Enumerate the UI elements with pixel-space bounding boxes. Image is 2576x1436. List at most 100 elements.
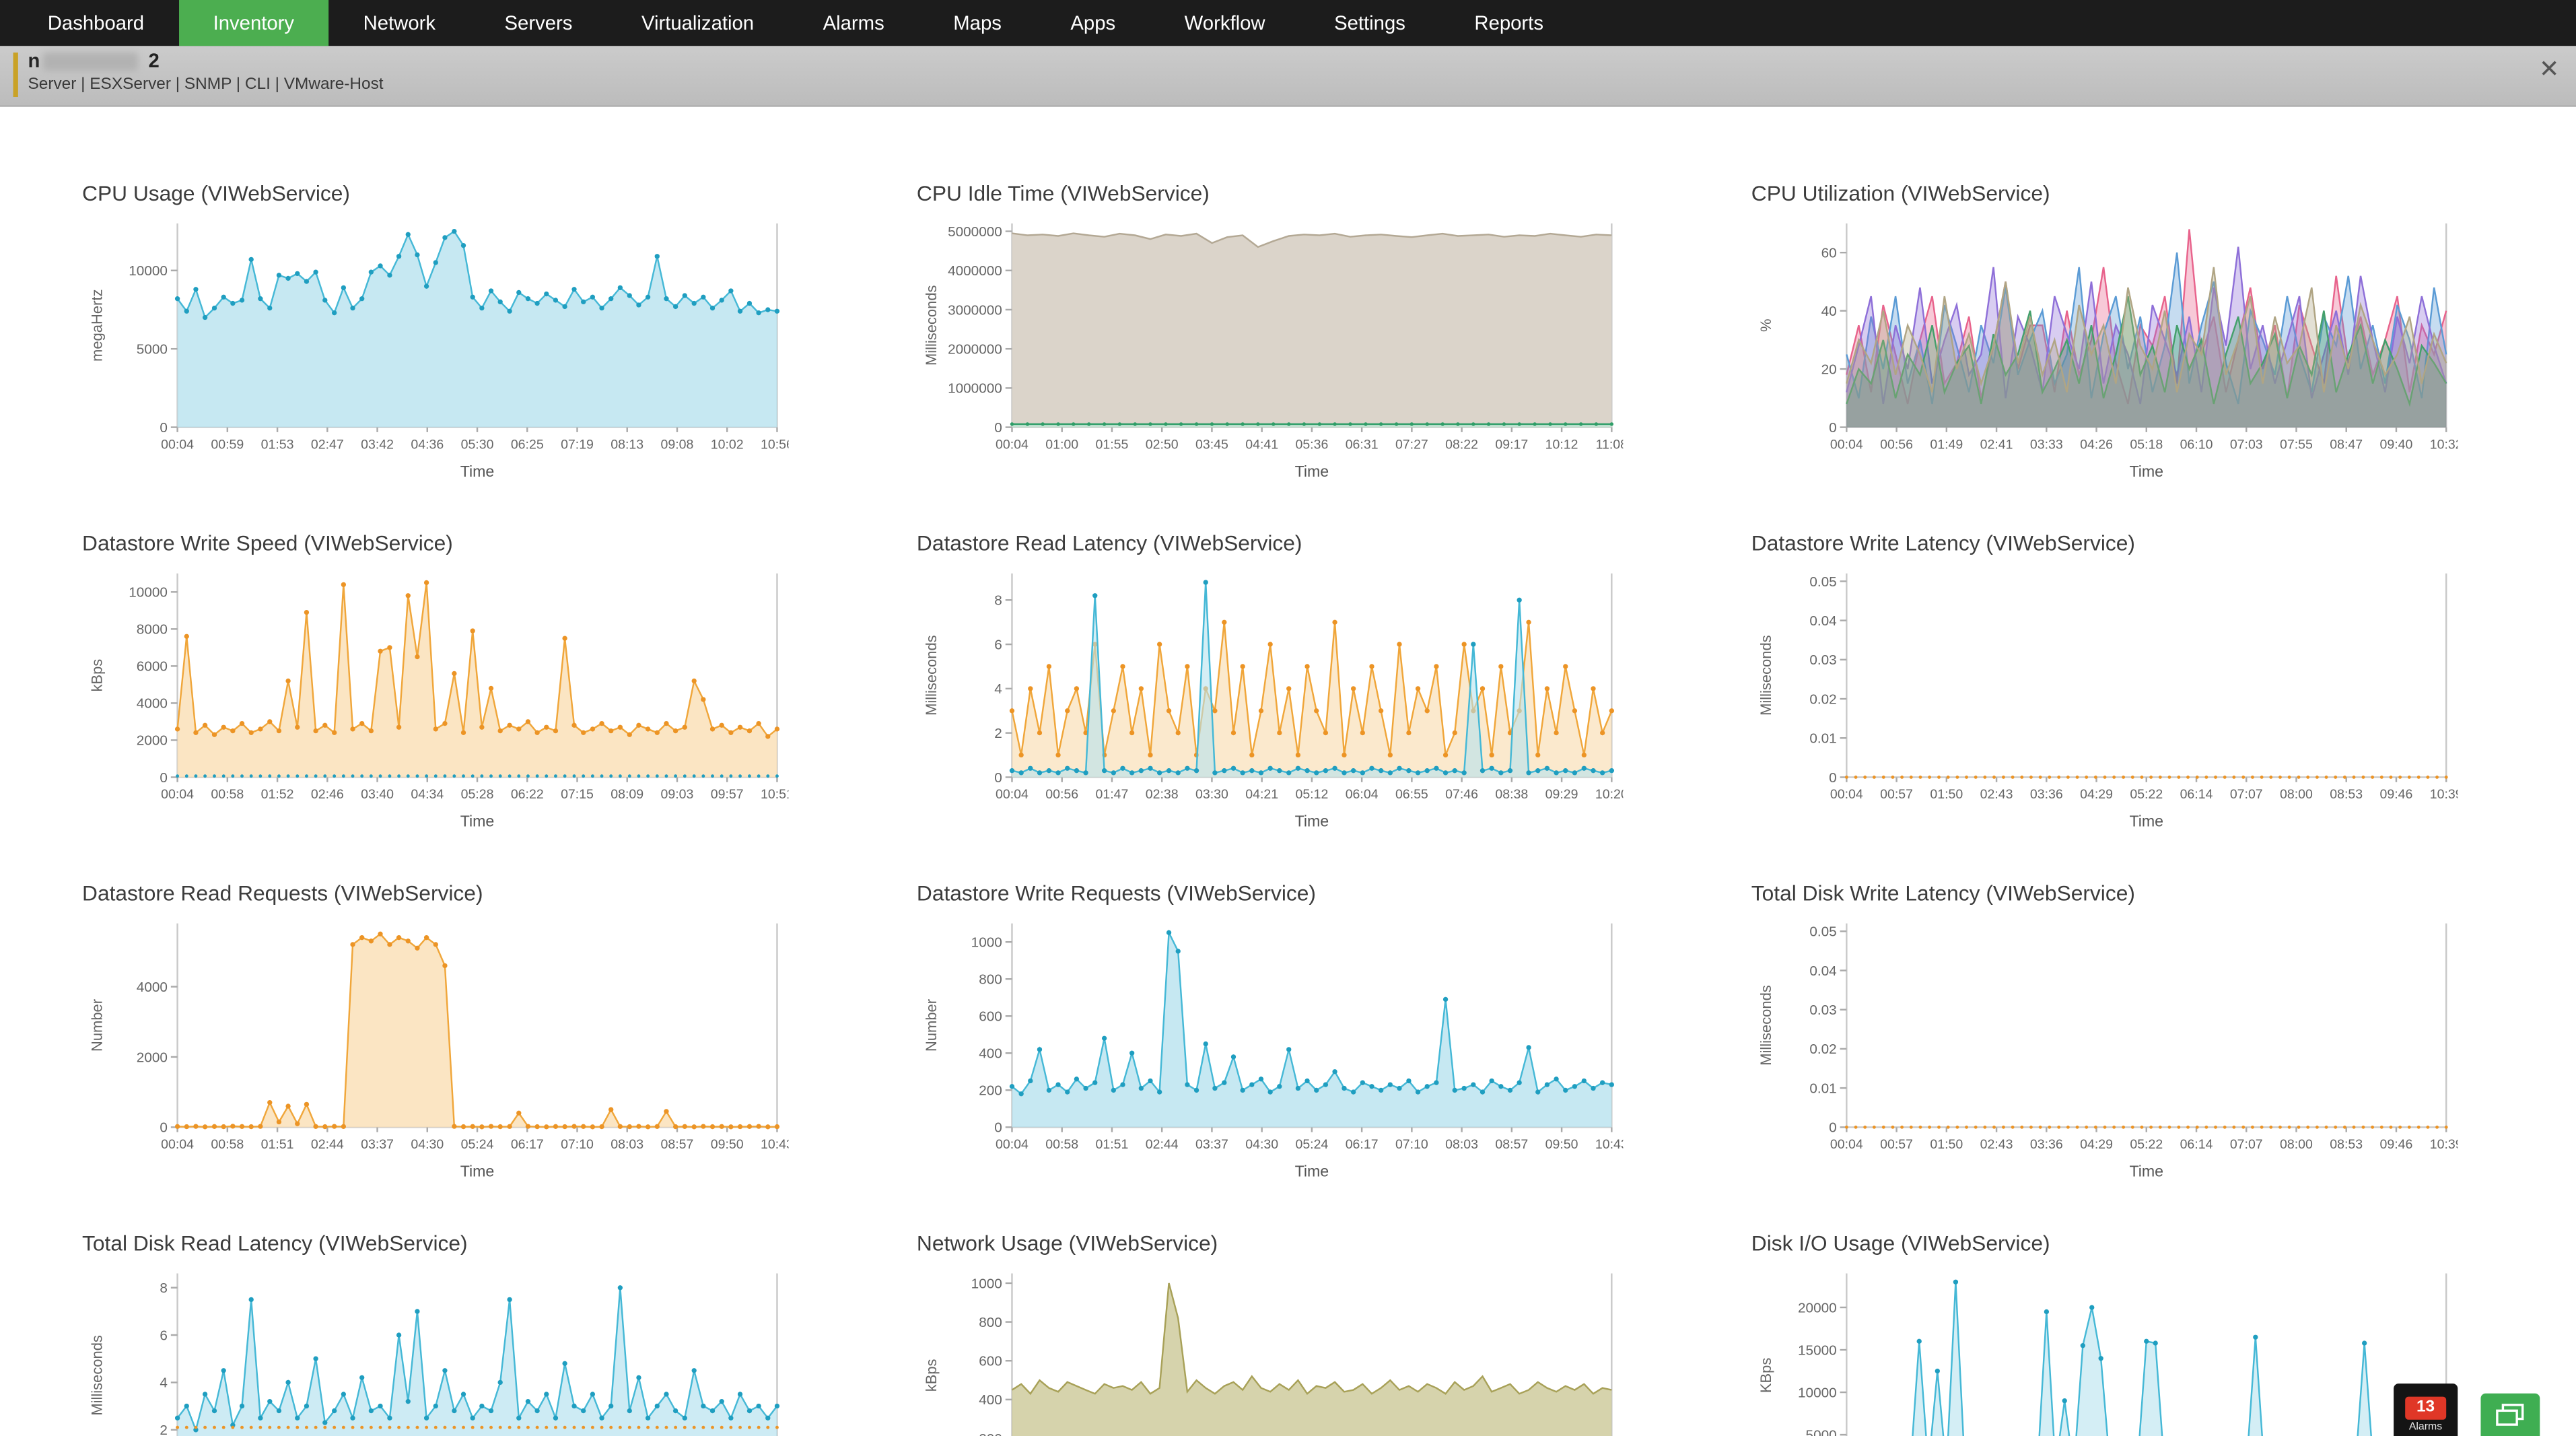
- y-tick-label: 0.03: [1809, 652, 1836, 668]
- x-tick-label: 10:39: [2430, 787, 2458, 802]
- x-tick-label: 04:30: [1245, 1137, 1278, 1152]
- nav-item-alarms[interactable]: Alarms: [788, 0, 919, 46]
- device-name-redacted: [43, 52, 139, 70]
- x-tick-label: 04:30: [411, 1137, 444, 1152]
- chart-plot-area[interactable]: 00.010.020.030.040.0500:0400:5701:5002:4…: [1751, 560, 2458, 836]
- nav-item-virtualization[interactable]: Virtualization: [607, 0, 789, 46]
- device-subtitle: Server | ESXServer | SNMP | CLI | VMware…: [28, 75, 383, 94]
- x-tick-label: 08:00: [2280, 787, 2313, 802]
- x-tick-label: 01:00: [1045, 437, 1078, 452]
- chart-title: Total Disk Read Latency (VIWebService): [82, 1231, 917, 1260]
- chart-plot-area[interactable]: 2004006008001000kBps: [917, 1260, 1624, 1436]
- nav-item-dashboard[interactable]: Dashboard: [13, 0, 179, 46]
- x-tick-label: 03:42: [361, 437, 394, 452]
- y-tick-label: 20000: [1798, 1300, 1837, 1315]
- y-axis-label: megaHertz: [88, 289, 105, 362]
- status-indicator: [13, 53, 18, 97]
- x-tick-label: 02:46: [311, 787, 344, 802]
- chart-title: Datastore Write Speed (VIWebService): [82, 531, 917, 560]
- nav-item-inventory[interactable]: Inventory: [178, 0, 328, 46]
- y-axis-label: Milliseconds: [923, 285, 940, 366]
- y-tick-label: 10000: [1798, 1385, 1837, 1400]
- x-tick-label: 06:04: [1346, 787, 1379, 802]
- x-tick-label: 00:04: [1830, 787, 1863, 802]
- x-tick-label: 09:29: [1545, 787, 1578, 802]
- nav-item-workflow[interactable]: Workflow: [1150, 0, 1299, 46]
- y-tick-label: 4: [994, 681, 1002, 697]
- x-tick-label: 00:04: [161, 437, 194, 452]
- x-axis-label: Time: [460, 463, 495, 480]
- charts-grid: CPU Usage (VIWebService)050001000000:040…: [0, 107, 2576, 1436]
- y-axis-label: Milliseconds: [1757, 635, 1774, 716]
- chart-plot-area[interactable]: 2468Milliseconds: [82, 1260, 789, 1436]
- nav-item-reports[interactable]: Reports: [1440, 0, 1578, 46]
- y-tick-label: 20: [1821, 362, 1837, 377]
- close-icon[interactable]: ✕: [2539, 57, 2560, 82]
- y-tick-label: 5000: [1806, 1427, 1837, 1436]
- y-tick-label: 400: [979, 1392, 1002, 1408]
- chart-title: CPU Utilization (VIWebService): [1751, 180, 2576, 210]
- nav-item-servers[interactable]: Servers: [470, 0, 606, 46]
- y-tick-label: 2: [160, 1423, 168, 1436]
- x-tick-label: 05:22: [2130, 1137, 2163, 1152]
- x-tick-label: 02:41: [1980, 437, 2013, 452]
- chart-plot-area[interactable]: 00.010.020.030.040.0500:0400:5701:5002:4…: [1751, 910, 2458, 1186]
- x-tick-label: 04:29: [2080, 787, 2113, 802]
- chart-title: Datastore Read Requests (VIWebService): [82, 881, 917, 910]
- nav-item-maps[interactable]: Maps: [919, 0, 1036, 46]
- chart-plot-area[interactable]: 0246800:0400:5601:4702:3803:3004:2105:12…: [917, 560, 1624, 836]
- y-tick-label: 0.05: [1809, 924, 1836, 940]
- x-tick-label: 06:31: [1346, 437, 1379, 452]
- alarm-widget[interactable]: 13 Alarms: [2394, 1383, 2458, 1436]
- y-tick-label: 0.05: [1809, 574, 1836, 590]
- x-tick-label: 09:03: [661, 787, 694, 802]
- y-tick-label: 2000000: [948, 342, 1002, 357]
- y-tick-label: 2000: [137, 733, 168, 749]
- nav-item-apps[interactable]: Apps: [1036, 0, 1150, 46]
- x-tick-label: 04:36: [411, 437, 444, 452]
- x-tick-label: 09:40: [2380, 437, 2413, 452]
- x-tick-label: 09:46: [2380, 1137, 2413, 1152]
- chart-plot-area[interactable]: 0200400600800100000:0400:5801:5102:4403:…: [917, 910, 1624, 1186]
- y-axis-label: %: [1757, 318, 1774, 332]
- app-screen: DashboardInventoryNetworkServersVirtuali…: [0, 0, 2576, 1436]
- y-tick-label: 800: [979, 972, 1002, 988]
- x-tick-label: 03:40: [361, 787, 394, 802]
- y-axis-label: KBps: [1757, 1358, 1774, 1393]
- nav-item-settings[interactable]: Settings: [1300, 0, 1440, 46]
- chart-plot-area[interactable]: 01000000200000030000004000000500000000:0…: [917, 210, 1624, 486]
- chart-card-9: Total Disk Read Latency (VIWebService)24…: [82, 1231, 917, 1436]
- x-tick-label: 00:04: [1830, 437, 1863, 452]
- console-button[interactable]: [2480, 1394, 2540, 1436]
- x-tick-label: 11:08: [1596, 437, 1624, 452]
- x-tick-label: 05:30: [461, 437, 494, 452]
- device-name-suffix: 2: [149, 49, 160, 72]
- chart-plot-area[interactable]: 5000100001500020000KBps: [1751, 1260, 2458, 1436]
- chart-plot-area[interactable]: 050001000000:0400:5901:5302:4703:4204:36…: [82, 210, 789, 486]
- y-tick-label: 2000: [137, 1050, 168, 1065]
- x-tick-label: 05:22: [2130, 787, 2163, 802]
- x-tick-label: 05:18: [2130, 437, 2163, 452]
- chart-plot-area[interactable]: 02000400000:0400:5801:5102:4403:3704:300…: [82, 910, 789, 1186]
- chart-card-1: CPU Idle Time (VIWebService)010000002000…: [917, 180, 1751, 486]
- x-tick-label: 08:13: [611, 437, 643, 452]
- chart-card-0: CPU Usage (VIWebService)050001000000:040…: [82, 180, 917, 486]
- x-tick-label: 08:57: [1495, 1137, 1528, 1152]
- x-tick-label: 01:50: [1930, 787, 1963, 802]
- y-tick-label: 0: [160, 770, 168, 786]
- y-tick-label: 5000: [137, 342, 168, 357]
- alarm-count-badge[interactable]: 13: [2405, 1397, 2446, 1420]
- y-tick-label: 0: [160, 1120, 168, 1136]
- y-tick-label: 0.04: [1809, 613, 1836, 629]
- chart-title: Total Disk Write Latency (VIWebService): [1751, 881, 2576, 910]
- x-tick-label: 07:55: [2280, 437, 2313, 452]
- chart-title: CPU Idle Time (VIWebService): [917, 180, 1751, 210]
- x-axis-label: Time: [460, 1163, 495, 1180]
- nav-item-network[interactable]: Network: [328, 0, 470, 46]
- x-tick-label: 09:17: [1495, 437, 1528, 452]
- chart-plot-area[interactable]: 020406000:0400:5601:4902:4103:3304:2605:…: [1751, 210, 2458, 486]
- x-tick-label: 10:20: [1595, 787, 1624, 802]
- y-tick-label: 6: [994, 637, 1002, 652]
- y-tick-label: 60: [1821, 245, 1837, 261]
- chart-plot-area[interactable]: 020004000600080001000000:0400:5801:5202:…: [82, 560, 789, 836]
